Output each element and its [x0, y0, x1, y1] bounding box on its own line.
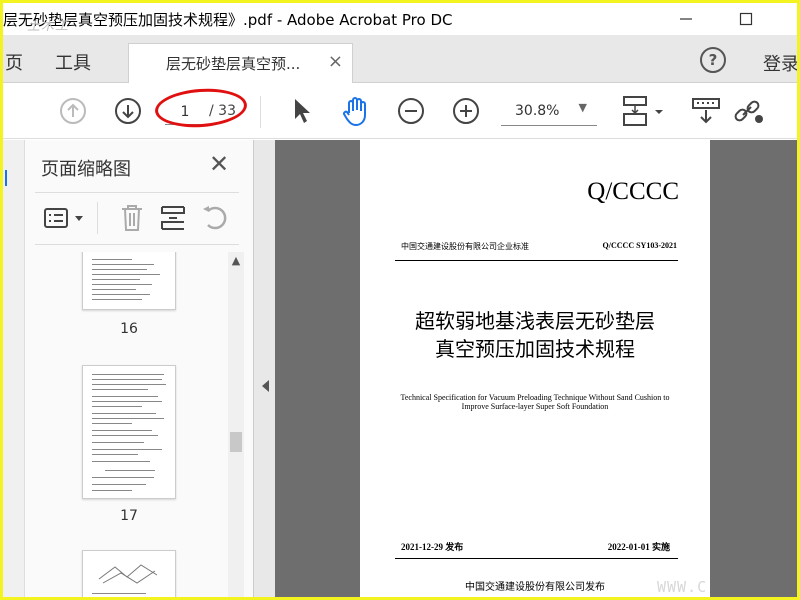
navigation-pane-strip: [3, 140, 25, 597]
previous-page-icon[interactable]: [59, 97, 87, 125]
header-rule: [395, 260, 678, 261]
active-pane-marker: [5, 170, 7, 186]
thumbnail-list: 16 17: [25, 252, 225, 597]
thumbnail-label: 17: [120, 508, 138, 524]
login-button[interactable]: 登录: [763, 50, 797, 76]
document-title-line-1: 超软弱地基浅表层无砂垫层: [415, 309, 655, 333]
chevron-down-icon: ▼: [578, 101, 587, 114]
bottom-watermark: WWW.C: [657, 578, 708, 596]
panel-collapse-strip[interactable]: [253, 140, 275, 597]
thumbnail-page-17[interactable]: [82, 365, 176, 499]
thumbnail-label: 16: [120, 321, 138, 337]
help-icon[interactable]: ?: [700, 47, 726, 73]
close-panel-icon[interactable]: ✕: [209, 150, 229, 178]
minimize-icon: [680, 18, 692, 20]
document-title-line-2: 真空预压加固技术规程: [435, 337, 635, 361]
thumbnail-page-18[interactable]: [82, 550, 176, 597]
acrobat-window: 层无砂垫层真空预压加固技术规程》.pdf - Adobe Acrobat Pro…: [3, 3, 797, 597]
title-watermark: 土木工: [27, 19, 70, 34]
english-title-line-1: Technical Specification for Vacuum Prelo…: [400, 393, 670, 402]
hand-tool-icon[interactable]: [341, 95, 371, 127]
thumbnail-scrollbar[interactable]: ▲: [228, 252, 244, 597]
header-left: 中国交通建设股份有限公司企业标准: [401, 242, 529, 251]
standard-code: Q/CCCC: [587, 178, 679, 205]
maximize-icon: [739, 12, 753, 26]
toolbar-divider: [260, 96, 261, 128]
tab-bar: 页 工具 层无砂垫层真空预... × ? 登录: [3, 35, 797, 83]
title-bar: 层无砂垫层真空预压加固技术规程》.pdf - Adobe Acrobat Pro…: [3, 3, 797, 35]
zoom-in-icon[interactable]: [452, 97, 480, 125]
maximize-button[interactable]: [723, 3, 769, 35]
thumbnail-options-icon[interactable]: [43, 206, 91, 232]
panel-divider: [35, 244, 239, 245]
zoom-out-icon[interactable]: [397, 97, 425, 125]
panel-toolbar-divider: [97, 202, 98, 234]
insert-page-icon[interactable]: [159, 203, 187, 233]
collapse-arrow-icon[interactable]: [262, 380, 269, 392]
keyboard-download-icon[interactable]: [691, 97, 721, 125]
scroll-up-icon[interactable]: ▲: [228, 254, 244, 267]
english-title-line-2: Improve Surface-layer Super Soft Foundat…: [461, 402, 609, 411]
panel-title: 页面缩略图: [41, 159, 131, 180]
toolbar: 1 / 33 30.8% ▼: [3, 84, 797, 139]
trash-icon[interactable]: [118, 203, 146, 233]
thumbnail-page-16[interactable]: [82, 252, 176, 310]
document-tab-label: 层无砂垫层真空预...: [166, 55, 301, 73]
share-link-icon[interactable]: [731, 95, 765, 127]
document-viewer: Q/CCCC 中国交通建设股份有限公司企业标准 Q/CCCC SY103-202…: [275, 140, 797, 597]
tab-tools[interactable]: 工具: [55, 49, 91, 75]
publish-date: 2021-12-29 发布: [401, 542, 464, 552]
window-title: 层无砂垫层真空预压加固技术规程》.pdf - Adobe Acrobat Pro…: [3, 11, 453, 29]
zoom-value: 30.8%: [515, 103, 560, 119]
footer-rule: [395, 558, 678, 559]
thumbnail-figure: [98, 564, 158, 584]
minimize-button[interactable]: [663, 3, 709, 35]
pdf-page: Q/CCCC 中国交通建设股份有限公司企业标准 Q/CCCC SY103-202…: [360, 140, 710, 597]
header-right: Q/CCCC SY103-2021: [602, 241, 677, 250]
zoom-select[interactable]: 30.8% ▼: [501, 98, 597, 126]
next-page-icon[interactable]: [114, 97, 142, 125]
page-thumbnails-panel: 页面缩略图 ✕ 16 17 ▲: [25, 140, 253, 597]
close-tab-icon[interactable]: ×: [328, 51, 343, 72]
effective-date: 2022-01-01 实施: [607, 542, 670, 552]
rotate-icon[interactable]: [200, 203, 230, 233]
scrollbar-thumb[interactable]: [230, 432, 242, 452]
red-annotation-ellipse: [153, 85, 249, 131]
page-display-icon[interactable]: [621, 94, 667, 128]
tab-document[interactable]: 层无砂垫层真空预... ×: [128, 43, 353, 83]
tab-home[interactable]: 页: [5, 49, 23, 75]
panel-divider: [35, 192, 239, 193]
select-tool-icon[interactable]: [291, 97, 313, 125]
